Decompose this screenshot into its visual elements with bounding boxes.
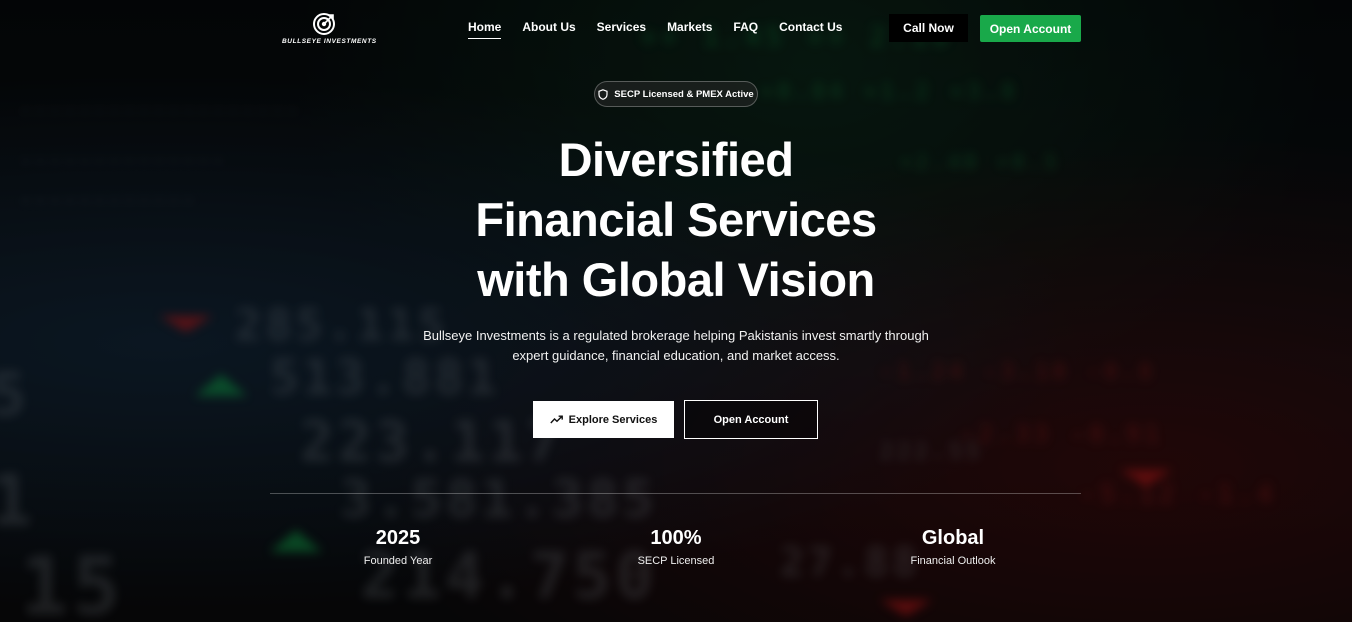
hero-title: Diversified Financial Services with Glob… <box>376 130 976 310</box>
hero-subtitle-line: expert guidance, financial education, an… <box>512 348 840 363</box>
brand-name: BULLSEYE INVESTMENTS <box>282 38 377 45</box>
stat-licensed: 100% SECP Licensed <box>596 526 756 567</box>
hero-title-line: Financial Services <box>475 193 877 246</box>
license-badge: SECP Licensed & PMEX Active <box>594 81 758 107</box>
stat-value: Global <box>921 527 985 549</box>
explore-services-label: Explore Services <box>568 413 658 426</box>
trending-up-icon <box>549 415 563 424</box>
hero-title-line: with Global Vision <box>477 253 875 306</box>
stat-value: 100% <box>650 527 702 549</box>
header-open-account-button[interactable]: Open Account <box>980 15 1081 42</box>
stat-label: SECP Licensed <box>637 555 715 567</box>
target-icon <box>313 13 335 35</box>
call-now-button[interactable]: Call Now <box>889 14 968 42</box>
stat-label: Financial Outlook <box>910 555 996 567</box>
hero-open-account-button[interactable]: Open Account <box>684 400 818 439</box>
nav-faq[interactable]: FAQ <box>733 20 758 39</box>
nav-about-us[interactable]: About Us <box>522 20 575 39</box>
hero-subtitle: Bullseye Investments is a regulated brok… <box>376 326 976 366</box>
nav-home[interactable]: Home <box>468 20 502 39</box>
nav-contact-us[interactable]: Contact Us <box>779 20 842 39</box>
explore-services-button[interactable]: Explore Services <box>533 401 674 438</box>
page: BULLSEYE INVESTMENTS Home About Us Servi… <box>0 0 1352 622</box>
main-nav: Home About Us Services Markets FAQ Conta… <box>468 20 863 39</box>
nav-markets[interactable]: Markets <box>667 20 712 39</box>
badge-text: SECP Licensed & PMEX Active <box>614 88 754 100</box>
nav-services[interactable]: Services <box>597 20 646 39</box>
stat-value: 2025 <box>375 527 421 549</box>
shield-icon <box>598 88 608 100</box>
stat-founded: 2025 Founded Year <box>318 526 478 567</box>
stat-label: Founded Year <box>363 555 433 567</box>
stat-global: Global Financial Outlook <box>873 526 1033 567</box>
hero-title-line: Diversified <box>558 133 794 186</box>
brand-logo[interactable]: BULLSEYE INVESTMENTS <box>282 12 377 45</box>
divider <box>270 493 1081 494</box>
hero-subtitle-line: Bullseye Investments is a regulated brok… <box>423 328 929 343</box>
